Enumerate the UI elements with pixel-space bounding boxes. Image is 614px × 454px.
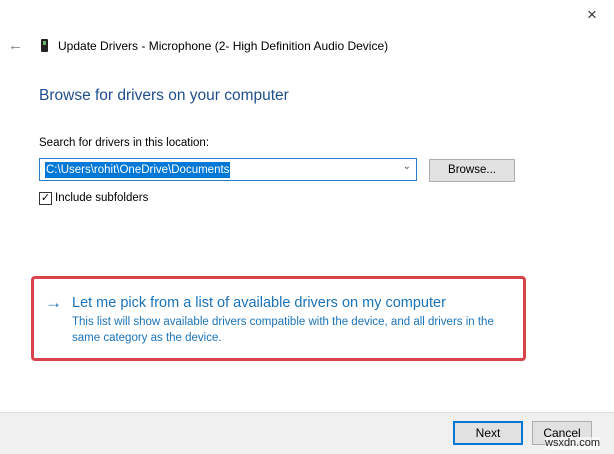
pick-from-list-description: This list will show available drivers co… <box>72 316 494 344</box>
close-button[interactable]: × <box>587 5 597 25</box>
search-location-label: Search for drivers in this location: <box>39 137 210 149</box>
include-subfolders-label[interactable]: Include subfolders <box>55 191 148 206</box>
chevron-down-icon[interactable]: ⌄ <box>403 161 411 172</box>
browse-button[interactable]: Browse... <box>429 159 515 182</box>
include-subfolders-checkbox[interactable]: ✓ <box>39 192 52 205</box>
watermark: wsxdn.com <box>545 437 601 450</box>
path-combobox[interactable]: C:\Users\rohit\OneDrive\Documents ⌄ <box>39 158 417 181</box>
path-input-value[interactable]: C:\Users\rohit\OneDrive\Documents <box>45 162 231 178</box>
page-heading: Browse for drivers on your computer <box>39 87 289 104</box>
pick-from-list-link[interactable]: Let me pick from a list of available dri… <box>72 294 446 312</box>
arrow-right-icon[interactable]: → <box>45 293 62 313</box>
device-icon <box>41 39 48 52</box>
back-arrow-icon[interactable]: ← <box>8 37 23 55</box>
next-button[interactable]: Next <box>453 421 523 445</box>
window-title: Update Drivers - Microphone (2- High Def… <box>58 39 389 53</box>
